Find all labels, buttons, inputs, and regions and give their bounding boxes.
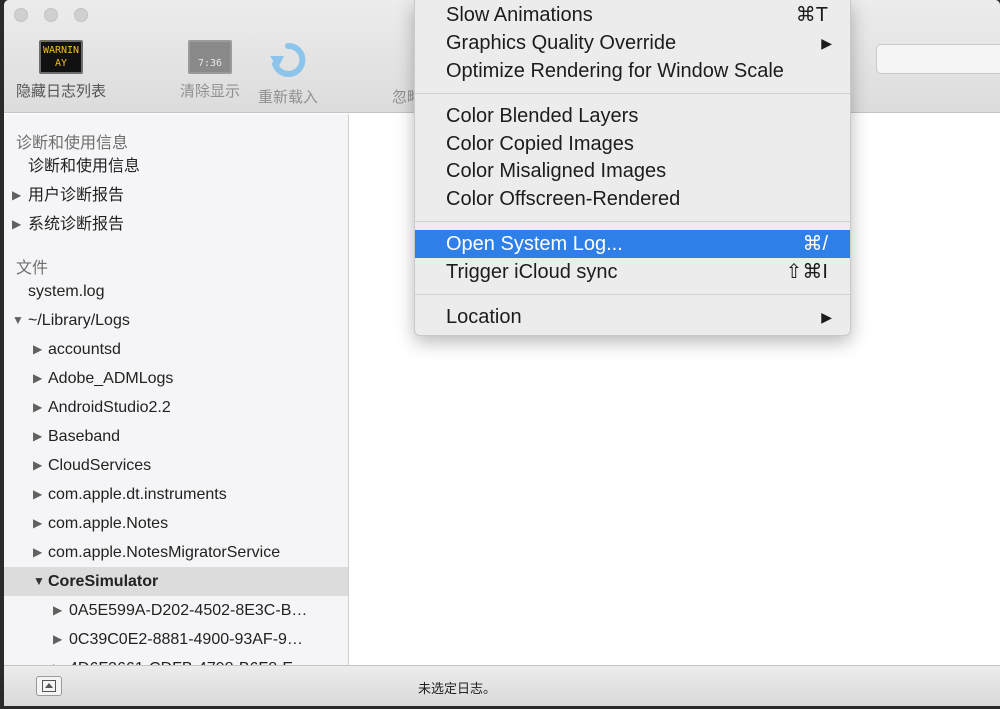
sidebar-item-folder[interactable]: ▶ com.apple.NotesMigratorService [4, 538, 348, 567]
sidebar-item-label: CloudServices [48, 457, 152, 474]
sidebar-item-simulator-device[interactable]: ▶ 0C39C0E2-8881-4900-93AF-9… [4, 625, 348, 654]
sidebar-item-user-reports[interactable]: ▶ 用户诊断报告 [4, 181, 348, 210]
menu-shortcut: ⇧⌘I [785, 261, 828, 283]
sidebar-item-simulator-device[interactable]: ▶ 4D6F3661-CDFB-4798-B6F8-E… [4, 654, 348, 665]
menu-item-trigger-icloud-sync[interactable]: Trigger iCloud sync ⇧⌘I [415, 258, 850, 286]
zoom-window-button[interactable] [74, 8, 88, 22]
clear-log-icon: 7:36 [188, 40, 232, 74]
status-text: 未选定日志。 [418, 681, 497, 696]
menu-item-graphics-quality[interactable]: Graphics Quality Override ▶ [415, 29, 850, 57]
sidebar-item-simulator-device[interactable]: ▶ 0A5E599A-D202-4502-8E3C-B… [4, 596, 348, 625]
clear-display-button[interactable]: 7:36 清除显示 [180, 40, 240, 101]
sidebar-item-label: Adobe_ADMLogs [48, 370, 174, 387]
sidebar-item-label: AndroidStudio2.2 [48, 399, 171, 416]
disclosure-right-icon[interactable]: ▶ [33, 422, 42, 451]
disclosure-right-icon[interactable]: ▶ [33, 509, 42, 538]
sidebar-item-label: 系统诊断报告 [28, 216, 125, 233]
disclosure-right-icon[interactable]: ▶ [33, 538, 42, 567]
reload-icon [268, 40, 308, 80]
sidebar-item-folder[interactable]: ▶ AndroidStudio2.2 [4, 393, 348, 422]
section-header-diagnostics: 诊断和使用信息 [16, 135, 129, 152]
menu-item-label: Color Offscreen-Rendered [446, 188, 681, 210]
sidebar-item-label: 用户诊断报告 [28, 187, 125, 204]
bottom-status-bar: 未选定日志。 [4, 665, 1000, 706]
console-log-icon: WARNIN AY 7:36 [39, 40, 83, 74]
menu-shortcut: ⌘T [795, 4, 828, 26]
menu-item-color-copied[interactable]: Color Copied Images [415, 130, 850, 158]
sidebar-item-label: ~/Library/Logs [28, 312, 130, 329]
sidebar-item-label: accountsd [48, 341, 121, 358]
menu-shortcut: ⌘/ [802, 233, 828, 255]
sidebar-item-diagnostics[interactable]: 诊断和使用信息 [4, 152, 348, 181]
menu-item-label: Graphics Quality Override [446, 32, 677, 54]
menu-item-label: Color Blended Layers [446, 105, 639, 127]
hide-log-list-label: 隐藏日志列表 [16, 83, 107, 100]
disclosure-right-icon[interactable]: ▶ [53, 654, 62, 665]
sidebar-item-folder[interactable]: ▶ accountsd [4, 335, 348, 364]
search-input[interactable] [876, 44, 1000, 74]
sidebar-toggle-icon [42, 680, 56, 692]
menu-separator [415, 294, 850, 295]
menu-item-color-misaligned[interactable]: Color Misaligned Images [415, 157, 850, 185]
sidebar-item-folder[interactable]: ▶ Baseband [4, 422, 348, 451]
menu-separator [415, 93, 850, 94]
sidebar-item-library-logs[interactable]: ▼ ~/Library/Logs [4, 306, 348, 335]
minimize-window-button[interactable] [44, 8, 58, 22]
reload-label: 重新载入 [258, 89, 319, 106]
sidebar-item-folder[interactable]: ▶ CloudServices [4, 451, 348, 480]
menu-item-label: Open System Log... [446, 233, 623, 255]
sidebar-item-system-log[interactable]: system.log [4, 277, 348, 306]
sidebar-item-label: Baseband [48, 428, 121, 445]
menu-item-location[interactable]: Location ▶ [415, 303, 850, 331]
disclosure-right-icon[interactable]: ▶ [33, 451, 42, 480]
disclosure-down-icon[interactable]: ▼ [33, 567, 45, 596]
sidebar-item-label: 诊断和使用信息 [28, 158, 141, 175]
menu-item-label: Trigger iCloud sync [446, 261, 618, 283]
reload-button[interactable]: 重新载入 [258, 40, 318, 107]
disclosure-right-icon[interactable]: ▶ [33, 480, 42, 509]
debug-dropdown-menu: Slow Animations ⌘T Graphics Quality Over… [414, 0, 851, 336]
menu-item-optimize-rendering[interactable]: Optimize Rendering for Window Scale [415, 57, 850, 85]
menu-item-color-blended[interactable]: Color Blended Layers [415, 102, 850, 130]
disclosure-right-icon[interactable]: ▶ [33, 335, 42, 364]
log-list-sidebar: 诊断和使用信息 诊断和使用信息 ▶ 用户诊断报告 ▶ 系统诊断报告 文件 sys… [4, 114, 349, 665]
sidebar-item-label: system.log [28, 283, 105, 300]
menu-item-label: Slow Animations [446, 4, 593, 26]
toggle-sidebar-button[interactable] [36, 676, 62, 696]
section-header-files: 文件 [16, 260, 49, 277]
disclosure-right-icon[interactable]: ▶ [12, 181, 21, 210]
sidebar-item-label: 0C39C0E2-8881-4900-93AF-9… [69, 631, 303, 648]
menu-item-label: Color Copied Images [446, 133, 634, 155]
disclosure-right-icon[interactable]: ▶ [33, 393, 42, 422]
close-window-button[interactable] [14, 8, 28, 22]
disclosure-right-icon[interactable]: ▶ [12, 210, 21, 239]
submenu-arrow-icon: ▶ [821, 309, 832, 325]
disclosure-down-icon[interactable]: ▼ [12, 306, 24, 335]
sidebar-item-folder[interactable]: ▶ com.apple.Notes [4, 509, 348, 538]
sidebar-item-folder[interactable]: ▶ com.apple.dt.instruments [4, 480, 348, 509]
sidebar-item-label: 4D6F3661-CDFB-4798-B6F8-E… [69, 654, 309, 665]
submenu-arrow-icon: ▶ [821, 35, 832, 51]
sidebar-item-label: com.apple.NotesMigratorService [48, 544, 281, 561]
sidebar-item-folder[interactable]: ▶ Adobe_ADMLogs [4, 364, 348, 393]
disclosure-right-icon[interactable]: ▶ [53, 596, 62, 625]
menu-item-slow-animations[interactable]: Slow Animations ⌘T [415, 1, 850, 29]
clear-display-label: 清除显示 [180, 83, 241, 100]
menu-item-label: Location [446, 306, 522, 328]
menu-item-label: Optimize Rendering for Window Scale [446, 60, 784, 82]
sidebar-item-system-reports[interactable]: ▶ 系统诊断报告 [4, 210, 348, 239]
menu-separator [415, 221, 850, 222]
menu-item-open-system-log[interactable]: Open System Log... ⌘/ [415, 230, 850, 258]
sidebar-item-label: CoreSimulator [48, 573, 159, 590]
menu-item-color-offscreen[interactable]: Color Offscreen-Rendered [415, 185, 850, 213]
sidebar-item-label: com.apple.dt.instruments [48, 486, 227, 503]
hide-log-list-button[interactable]: WARNIN AY 7:36 隐藏日志列表 [16, 40, 106, 101]
disclosure-right-icon[interactable]: ▶ [33, 364, 42, 393]
disclosure-right-icon[interactable]: ▶ [53, 625, 62, 654]
menu-item-label: Color Misaligned Images [446, 160, 667, 182]
sidebar-item-label: 0A5E599A-D202-4502-8E3C-B… [69, 602, 308, 619]
sidebar-item-coresimulator[interactable]: ▼ CoreSimulator [4, 567, 348, 596]
sidebar-item-label: com.apple.Notes [48, 515, 169, 532]
